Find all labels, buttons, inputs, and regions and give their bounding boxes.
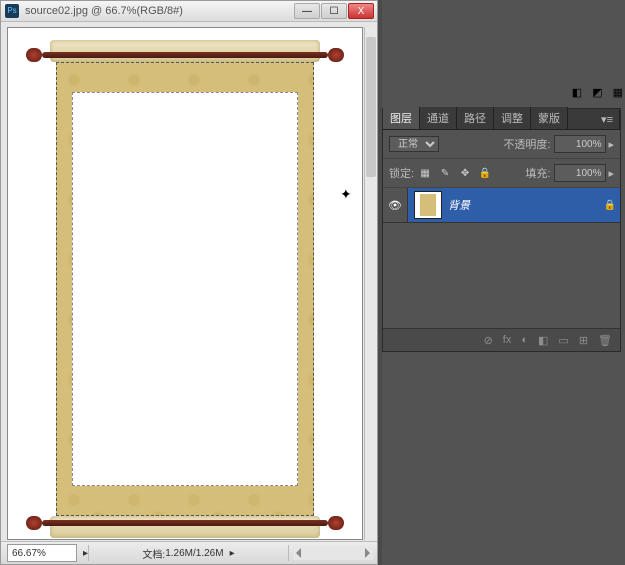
opacity-field[interactable]: 100%: [554, 135, 606, 153]
lock-transparency-icon[interactable]: ▦: [418, 166, 432, 180]
trash-icon[interactable]: 🗑: [598, 334, 612, 347]
horizontal-scrollbar[interactable]: [293, 546, 373, 560]
right-rail: ◧ ◩ ▦ 图层 通道 路径 调整 蒙版 ▾≡ 正常 不透明度: 100% ▸ …: [382, 0, 625, 565]
close-button[interactable]: X: [348, 3, 374, 19]
docinfo-value: 1.26M/1.26M: [165, 548, 223, 559]
arrow-right-icon[interactable]: ▸: [608, 167, 614, 180]
panel-icon[interactable]: ▦: [613, 86, 623, 99]
selection-inner: [72, 92, 298, 486]
window-title: source02.jpg @ 66.7%(RGB/8#): [25, 5, 183, 17]
lock-pixels-icon[interactable]: ✎: [438, 166, 452, 180]
panel-icon[interactable]: ◩: [592, 86, 602, 99]
tab-adjustments[interactable]: 调整: [494, 107, 531, 129]
statusbar: 66.67% ▸ 文档: 1.26M/1.26M ▸: [1, 541, 377, 564]
tab-channels[interactable]: 通道: [420, 107, 457, 129]
layers-panel: 图层 通道 路径 调整 蒙版 ▾≡ 正常 不透明度: 100% ▸ 锁定: ▦ …: [382, 108, 621, 352]
lock-position-icon[interactable]: ✥: [458, 166, 472, 180]
arrow-right-icon[interactable]: ▸: [230, 548, 235, 559]
tab-paths[interactable]: 路径: [457, 107, 494, 129]
tab-layers[interactable]: 图层: [383, 107, 420, 129]
scroll-artwork: [26, 36, 344, 540]
layers-list[interactable]: 👁 背景 🔒: [383, 188, 620, 328]
collapsed-panel-icons: ◧ ◩ ▦: [572, 86, 623, 99]
fill-field[interactable]: 100%: [554, 164, 606, 182]
maximize-button[interactable]: ☐: [321, 3, 347, 19]
docinfo-label: 文档:: [142, 546, 165, 561]
panel-tabs: 图层 通道 路径 调整 蒙版 ▾≡: [383, 109, 620, 130]
lock-icon: 🔒: [600, 200, 620, 211]
blend-opacity-row: 正常 不透明度: 100% ▸: [383, 130, 620, 159]
mask-icon[interactable]: ◐: [521, 334, 528, 346]
lock-fill-row: 锁定: ▦ ✎ ✥ 🔒 填充: 100% ▸: [383, 159, 620, 188]
visibility-toggle[interactable]: 👁: [383, 188, 408, 222]
fill-label: 填充:: [525, 165, 550, 181]
titlebar[interactable]: source02.jpg @ 66.7%(RGB/8#) — ☐ X: [1, 1, 377, 22]
layer-name[interactable]: 背景: [448, 197, 600, 213]
vertical-scrollbar[interactable]: [364, 27, 377, 540]
canvas[interactable]: ✦: [7, 27, 363, 540]
fx-icon[interactable]: fx: [503, 334, 512, 346]
document-window: source02.jpg @ 66.7%(RGB/8#) — ☐ X ✦ 66.…: [0, 0, 378, 565]
panel-menu-icon[interactable]: ▾≡: [595, 110, 620, 129]
lock-label: 锁定:: [389, 165, 414, 181]
opacity-label: 不透明度:: [503, 136, 550, 152]
layer-thumbnail[interactable]: [414, 191, 442, 219]
layers-panel-footer: ⊘ fx ◐ ◧ ▭ ⊞ 🗑: [383, 328, 620, 351]
arrow-right-icon[interactable]: ▸: [608, 138, 614, 151]
scrollbar-thumb[interactable]: [366, 37, 376, 177]
blend-mode-select[interactable]: 正常: [389, 136, 439, 152]
zoom-field[interactable]: 66.67%: [7, 544, 77, 562]
link-layers-icon[interactable]: ⊘: [484, 334, 493, 347]
minimize-button[interactable]: —: [294, 3, 320, 19]
tab-masks[interactable]: 蒙版: [531, 107, 568, 129]
group-icon[interactable]: ▭: [558, 334, 568, 347]
lock-all-icon[interactable]: 🔒: [478, 166, 492, 180]
new-layer-icon[interactable]: ⊞: [579, 334, 588, 347]
panel-icon[interactable]: ◧: [572, 86, 582, 99]
adjustment-icon[interactable]: ◧: [538, 334, 548, 347]
ps-icon: [5, 4, 19, 18]
layer-row[interactable]: 👁 背景 🔒: [383, 188, 620, 223]
